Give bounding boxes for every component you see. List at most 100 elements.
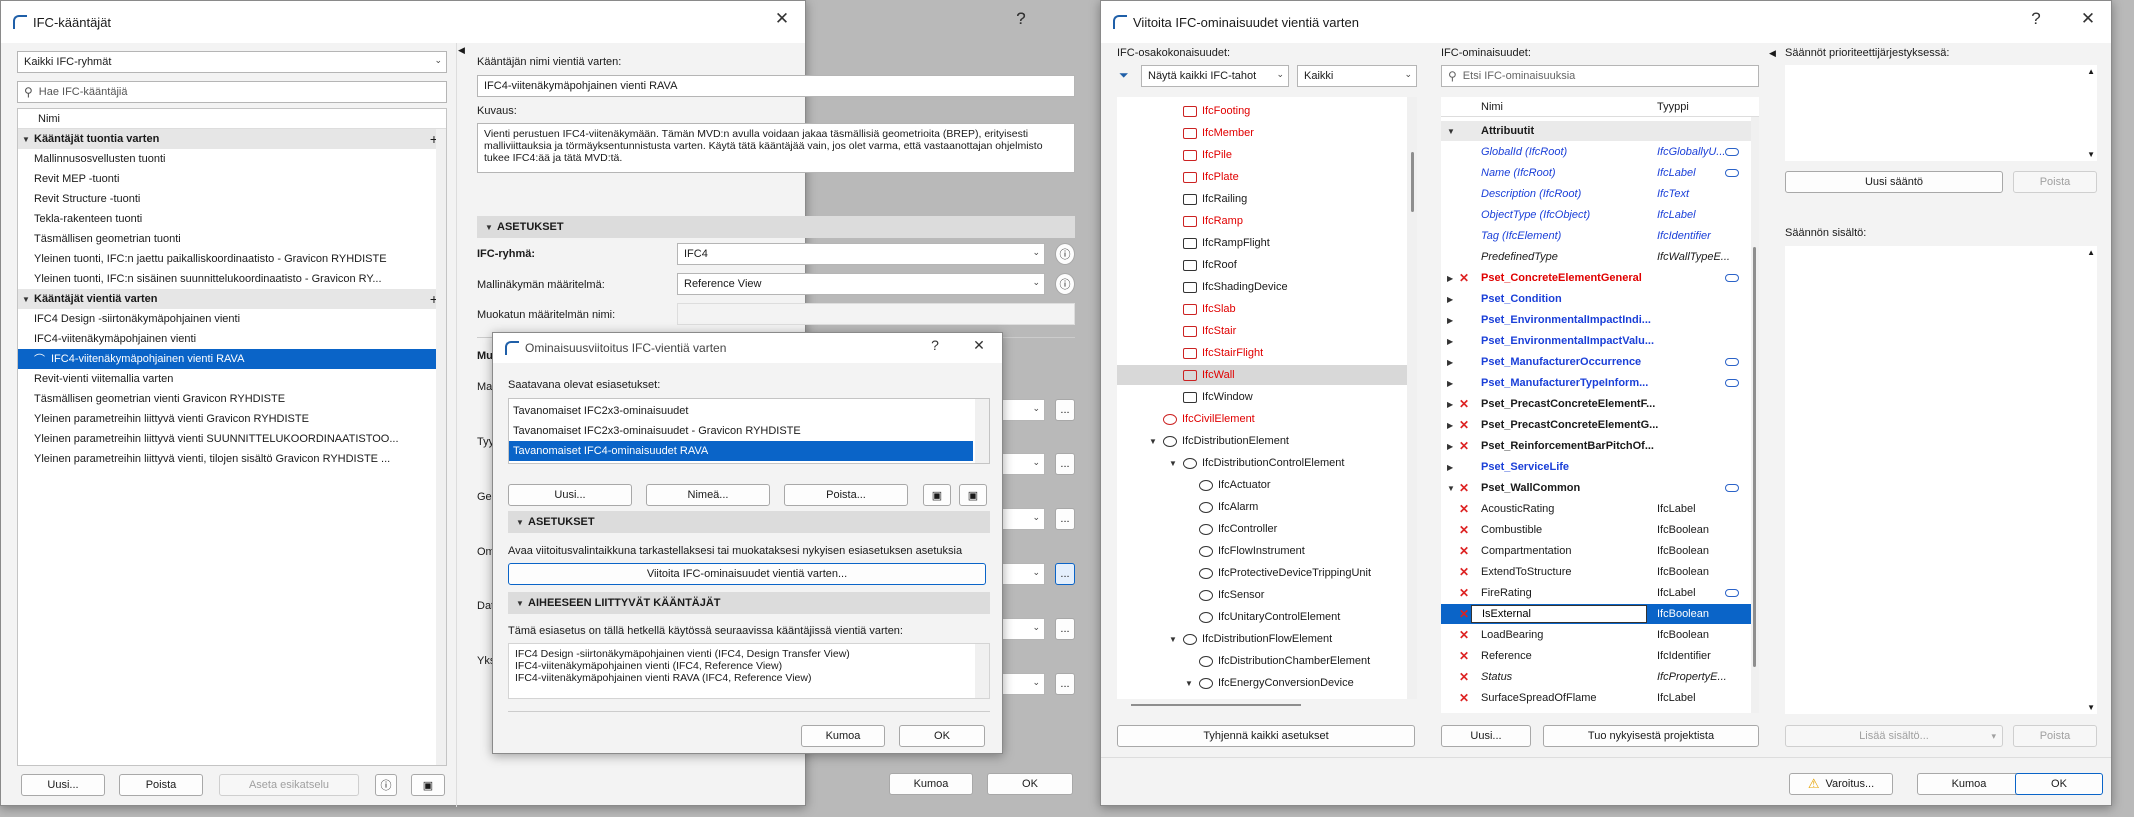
delete-rule-button[interactable]: Poista — [2013, 171, 2097, 193]
delete-translator-button[interactable]: Poista — [119, 774, 203, 796]
import-preset-button[interactable]: ▣ — [923, 484, 951, 506]
entity-tree-item[interactable]: IfcRamp — [1117, 211, 1407, 231]
entity-tree-item[interactable]: IfcController — [1117, 519, 1407, 539]
map-ifc-properties-button[interactable]: Viitoita IFC-ominaisuudet vientiä varten… — [508, 563, 986, 585]
entity-tree-item[interactable]: IfcMember — [1117, 123, 1407, 143]
export-settings-button[interactable]: ▣ — [411, 774, 445, 796]
property-row[interactable]: ▶ Pset_Condition — [1441, 289, 1751, 309]
entity-tree-item[interactable]: IfcFooting — [1117, 101, 1407, 121]
entity-tree-item[interactable]: IfcWall — [1117, 365, 1407, 385]
export-translator-item[interactable]: Revit-vienti viitemallia varten — [18, 369, 436, 389]
help-button[interactable]: ? — [1006, 9, 1036, 29]
export-translator-item[interactable]: Täsmällisen geometrian vienti Gravicon R… — [18, 389, 436, 409]
property-row[interactable]: ✕ SurfaceSpreadOfFlame IfcLabel — [1441, 688, 1751, 708]
import-translator-item[interactable]: Mallinnusosvellusten tuonti — [18, 149, 446, 169]
property-row[interactable]: ▼ Attribuutit — [1441, 121, 1751, 141]
related-scrollbar[interactable] — [975, 644, 989, 698]
info-button[interactable]: ⓘ — [375, 774, 397, 796]
export-translator-item[interactable]: Yleinen parametreihin liittyvä vienti, t… — [18, 449, 436, 469]
browse-button-2[interactable]: ... — [1055, 453, 1075, 475]
property-row[interactable]: ▶ ✕ Pset_PrecastConcreteElementF... — [1441, 394, 1751, 414]
preset-scrollbar[interactable] — [975, 399, 989, 463]
import-from-project-button[interactable]: Tuo nykyisestä projektista — [1543, 725, 1759, 747]
browse-button-5[interactable]: ... — [1055, 618, 1075, 640]
new-translator-button[interactable]: Uusi... — [21, 774, 105, 796]
remove-mapping-icon[interactable]: ✕ — [1457, 502, 1471, 516]
property-row[interactable]: Name (IfcRoot) IfcLabel — [1441, 163, 1751, 183]
entity-tree-item[interactable]: IfcProtectiveDeviceTrippingUnit — [1117, 563, 1407, 583]
entity-tree-item[interactable]: ▼ IfcEnergyConversionDevice — [1117, 673, 1407, 693]
property-row[interactable]: Description (IfcRoot) IfcText — [1441, 184, 1751, 204]
property-row[interactable]: ✕ IsExternal IfcBoolean — [1441, 604, 1751, 624]
close-button[interactable]: ✕ — [767, 9, 797, 29]
property-row[interactable]: ▶ Pset_ServiceLife — [1441, 457, 1751, 477]
new-property-button[interactable]: Uusi... — [1441, 725, 1531, 747]
dialog-cancel-button[interactable]: Kumoa — [801, 725, 885, 747]
property-row[interactable]: PredefinedType IfcWallTypeE... — [1441, 247, 1751, 267]
remove-mapping-icon[interactable]: ✕ — [1457, 271, 1471, 285]
property-row[interactable]: ✕ AcousticRating IfcLabel — [1441, 499, 1751, 519]
entity-tree-item[interactable]: IfcRoof — [1117, 255, 1407, 275]
set-preview-button[interactable]: Aseta esikatselu — [219, 774, 359, 796]
remove-mapping-icon[interactable]: ✕ — [1457, 397, 1471, 411]
property-row[interactable]: ▶ ✕ Pset_ReinforcementBarPitchOf... — [1441, 436, 1751, 456]
entity-tree-item[interactable]: IfcActuator — [1117, 475, 1407, 495]
help-button[interactable]: ? — [920, 337, 950, 353]
remove-mapping-icon[interactable]: ✕ — [1457, 523, 1471, 537]
filter-icon[interactable]: ⏷ — [1119, 68, 1129, 83]
rename-preset-button[interactable]: Nimeä... — [646, 484, 770, 506]
property-mapping-browse-button[interactable]: ... — [1055, 563, 1075, 585]
property-row[interactable]: ▶ ✕ Pset_ConcreteElementGeneral — [1441, 268, 1751, 288]
remove-mapping-icon[interactable]: ✕ — [1457, 670, 1471, 684]
import-translator-item[interactable]: Revit Structure -tuonti — [18, 189, 446, 209]
mvd-info-button[interactable]: ⓘ — [1055, 273, 1075, 295]
entity-tree-item[interactable]: IfcAlarm — [1117, 497, 1407, 517]
rules-scrollbar[interactable] — [2087, 65, 2097, 161]
entity-tree-item[interactable]: IfcStairFlight — [1117, 343, 1407, 363]
entity-tree-item[interactable]: IfcUnitaryControlElement — [1117, 607, 1407, 627]
entity-hscroll[interactable] — [1131, 704, 1301, 706]
mvd-select[interactable]: Reference View ⌄ — [677, 273, 1045, 295]
entity-tree-item[interactable]: IfcSlab — [1117, 299, 1407, 319]
remove-mapping-icon[interactable]: ✕ — [1457, 481, 1471, 495]
close-button[interactable]: ✕ — [964, 337, 994, 354]
property-row[interactable]: ▶ Pset_EnvironmentalImpactValu... — [1441, 331, 1751, 351]
dialog-ok-button[interactable]: OK — [899, 725, 985, 747]
expand-icon[interactable]: ▼ — [1169, 635, 1181, 644]
related-translators-section[interactable]: ▼ AIHEESEEN LIITTYVÄT KÄÄNTÄJÄT — [508, 592, 990, 614]
collapse-pane-icon[interactable]: ◀ — [1769, 48, 1776, 59]
import-translator-item[interactable]: Yleinen tuonti, IFC:n sisäinen suunnitte… — [18, 269, 446, 289]
new-rule-button[interactable]: Uusi sääntö — [1785, 171, 2003, 193]
splitter[interactable] — [456, 43, 457, 807]
property-row[interactable]: ▼ ✕ Pset_WallCommon — [1441, 478, 1751, 498]
import-translator-item[interactable]: Tekla-rakenteen tuonti — [18, 209, 446, 229]
entity-tree-item[interactable]: IfcRailing — [1117, 189, 1407, 209]
entity-tree-item[interactable]: IfcPile — [1117, 145, 1407, 165]
warnings-button[interactable]: ⚠ Varoitus... — [1789, 773, 1893, 795]
property-row[interactable]: ▶ Pset_EnvironmentalImpactIndi... — [1441, 310, 1751, 330]
custom-mvd-input[interactable] — [677, 303, 1075, 325]
expand-icon[interactable]: ▶ — [1447, 463, 1459, 472]
ifc-group-select[interactable]: IFC4 ⌄ — [677, 243, 1045, 265]
property-row[interactable]: ✕ ExtendToStructure IfcBoolean — [1441, 562, 1751, 582]
preset-item[interactable]: Tavanomaiset IFC4-ominaisuudet RAVA — [509, 441, 973, 461]
delete-content-button[interactable]: Poista — [2013, 725, 2097, 747]
entity-filter-select[interactable]: Näytä kaikki IFC-tahot ⌄ — [1141, 65, 1289, 87]
dialog-settings-section[interactable]: ▼ ASETUKSET — [508, 511, 990, 533]
export-section-header[interactable]: ▼ Kääntäjät vientiä varten + — [18, 289, 446, 309]
expand-icon[interactable]: ▼ — [1149, 437, 1161, 446]
help-button[interactable]: ? — [2021, 9, 2051, 29]
entity-filter2-select[interactable]: Kaikki ⌄ — [1297, 65, 1417, 87]
property-row[interactable]: ✕ Status IfcPropertyE... — [1441, 667, 1751, 687]
property-row[interactable]: ✕ FireRating IfcLabel — [1441, 583, 1751, 603]
export-translator-item[interactable]: ⌒ IFC4-viitenäkymäpohjainen vienti RAVA — [18, 349, 436, 369]
import-translator-item[interactable]: Täsmällisen geometrian tuonti — [18, 229, 446, 249]
entity-tree-item[interactable]: IfcFlowInstrument — [1117, 541, 1407, 561]
export-translator-item[interactable]: Yleinen parametreihin liittyvä vienti SU… — [18, 429, 436, 449]
expand-icon[interactable]: ▶ — [1447, 337, 1459, 346]
remove-mapping-icon[interactable]: ✕ — [1457, 586, 1471, 600]
entity-tree-item[interactable]: ▼ IfcDistributionFlowElement — [1117, 629, 1407, 649]
description-textarea[interactable]: Vienti perustuen IFC4-viitenäkymään. Täm… — [477, 123, 1075, 173]
new-preset-button[interactable]: Uusi... — [508, 484, 632, 506]
import-translator-item[interactable]: Revit MEP -tuonti — [18, 169, 446, 189]
